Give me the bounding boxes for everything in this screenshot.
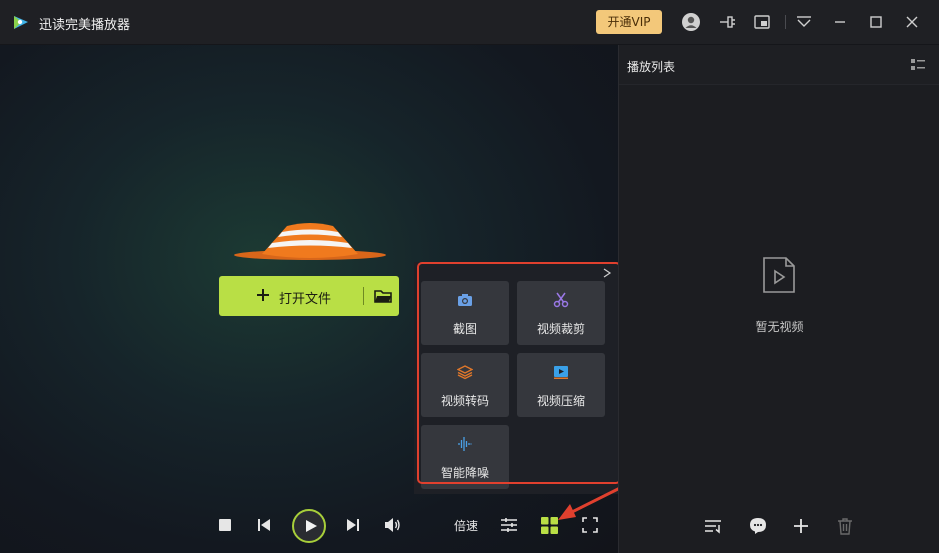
settings-sliders-icon[interactable] [500,516,518,534]
player-logo-cone-icon [234,223,386,260]
folder-icon[interactable] [374,288,392,304]
mini-mode-icon[interactable] [752,12,772,32]
minimize-icon[interactable] [830,12,850,32]
playlist-panel: 播放列表 暂无视频 [618,45,939,553]
open-file-button[interactable]: 打开文件 [219,276,399,316]
titlebar-divider [785,15,786,29]
maximize-icon[interactable] [866,12,886,32]
dropdown-menu-icon[interactable] [794,12,814,32]
title-bar: 迅读完美播放器 开通VIP [0,0,939,45]
playlist-empty-text: 暂无视频 [755,320,804,334]
app-title: 迅读完美播放器 [39,18,131,33]
pin-window-icon[interactable] [717,12,737,32]
stop-icon[interactable] [217,517,233,533]
add-icon[interactable] [792,517,810,535]
app-logo-icon [14,16,28,29]
delete-trash-icon[interactable] [836,517,854,535]
vip-button[interactable]: 开通VIP [596,10,662,34]
volume-icon[interactable] [383,516,401,534]
previous-icon[interactable] [256,517,272,533]
play-button[interactable] [292,509,326,543]
open-file-label: 打开文件 [279,292,332,307]
next-icon[interactable] [345,517,361,533]
playlist-order-icon[interactable] [704,517,722,535]
subtitle-bubble-icon[interactable] [749,517,767,535]
empty-video-file-icon [763,257,795,293]
close-icon[interactable] [902,12,922,32]
user-avatar-icon[interactable] [681,12,701,32]
playlist-title: 播放列表 [627,60,676,74]
playlist-header: 播放列表 [619,45,939,85]
list-view-icon[interactable] [911,58,925,72]
tools-highlight-box [417,262,621,484]
playback-speed-button[interactable]: 倍速 [454,517,478,534]
play-icon [306,520,317,532]
plus-icon [257,289,269,301]
open-button-divider [363,287,364,305]
